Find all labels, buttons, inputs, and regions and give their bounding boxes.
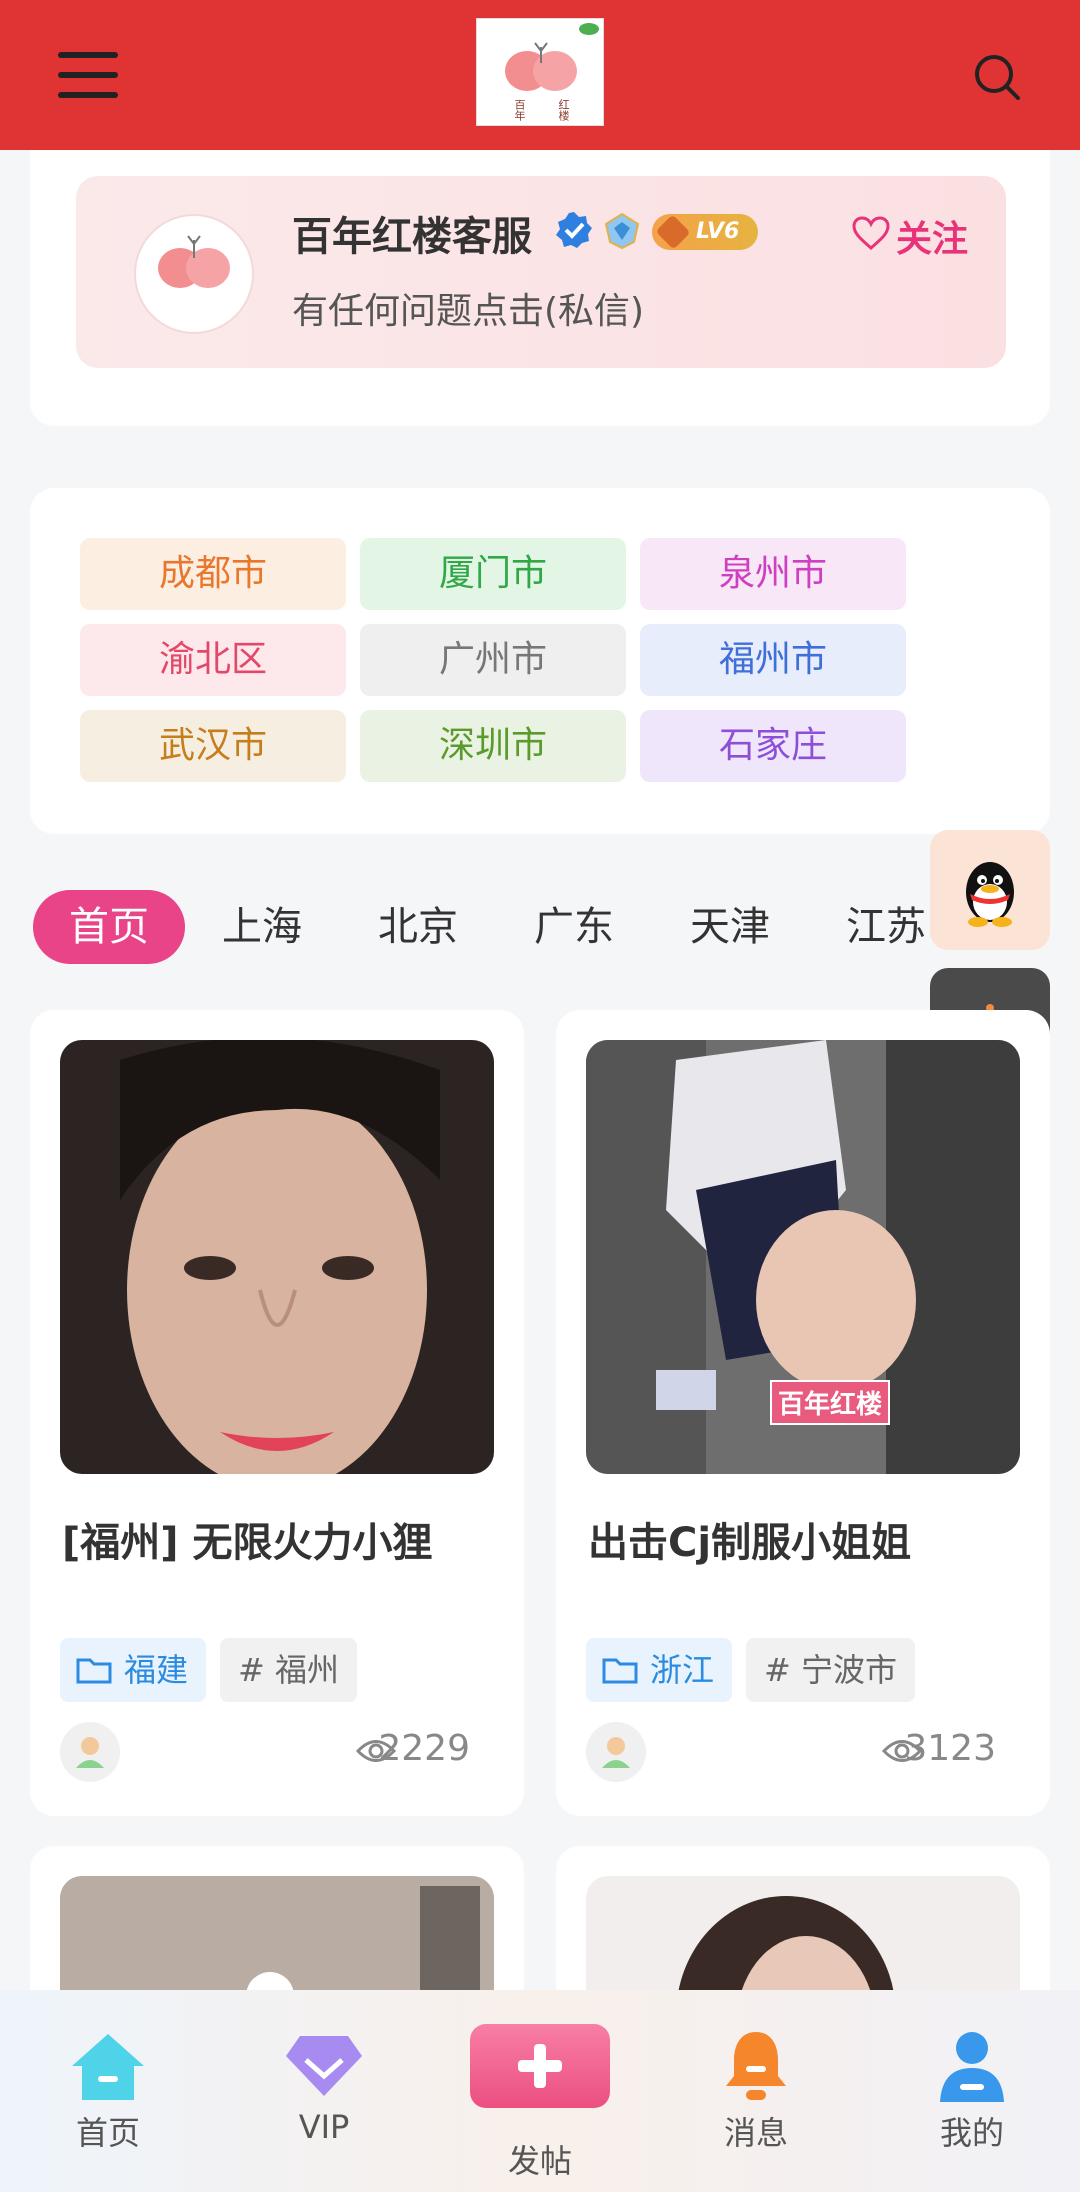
city-tag[interactable]: # 福州 bbox=[220, 1638, 357, 1702]
city-card: 成都市 厦门市 泉州市 渝北区 广州市 福州市 武汉市 深圳市 石家庄 bbox=[30, 488, 1050, 834]
post-card[interactable]: [福州] 无限火力小狸 福建 # 福州 2229 bbox=[30, 1010, 524, 1816]
view-count: 2229 bbox=[378, 1728, 470, 1769]
city-label: 成都市 bbox=[158, 553, 267, 594]
post-photo[interactable] bbox=[60, 1040, 494, 1474]
plus-icon bbox=[518, 2044, 562, 2088]
city-chip-shijiazhuang[interactable]: 石家庄 bbox=[640, 710, 906, 782]
logo-text-1: 百年 bbox=[513, 99, 526, 121]
qq-button[interactable] bbox=[930, 830, 1050, 950]
city-chip-quanzhou[interactable]: 泉州市 bbox=[640, 538, 906, 610]
author-avatar[interactable] bbox=[586, 1722, 646, 1782]
nav-mine-label: 我的 bbox=[939, 2114, 1004, 2152]
city-label: 泉州市 bbox=[718, 553, 827, 594]
watermark-label: 百年红楼 bbox=[770, 1380, 891, 1425]
province-label: 浙江 bbox=[650, 1651, 715, 1689]
tab-home[interactable]: 首页 bbox=[33, 890, 185, 964]
top-bar: 百年 红楼 bbox=[0, 0, 1080, 150]
follow-button[interactable]: 关注 bbox=[896, 210, 968, 262]
service-name: 百年红楼客服 bbox=[292, 214, 532, 260]
city-label: 广州市 bbox=[438, 639, 547, 680]
tab-shanghai[interactable]: 上海 bbox=[222, 890, 302, 964]
post-card[interactable]: 百年红楼 出击Cj制服小姐姐 浙江 # 宁波市 3123 bbox=[556, 1010, 1050, 1816]
search-icon[interactable] bbox=[972, 52, 1022, 102]
city-chip-chengdu[interactable]: 成都市 bbox=[80, 538, 346, 610]
heart-icon[interactable] bbox=[852, 216, 890, 251]
view-count: 3123 bbox=[904, 1728, 996, 1769]
city-label: 深圳市 bbox=[438, 725, 547, 766]
tab-tianjin[interactable]: 天津 bbox=[690, 890, 770, 964]
city-chip-shenzhen[interactable]: 深圳市 bbox=[360, 710, 626, 782]
level-badge: LV6 bbox=[652, 214, 758, 250]
logo-text-2: 红楼 bbox=[557, 99, 570, 121]
service-card: 百年红楼客服 LV6 关注 有任何问题点击(私信) bbox=[30, 150, 1050, 426]
app-logo[interactable]: 百年 红楼 bbox=[476, 18, 604, 126]
province-tag[interactable]: 福建 bbox=[60, 1638, 207, 1702]
nav-home-label: 首页 bbox=[75, 2114, 140, 2152]
province-tag[interactable]: 浙江 bbox=[586, 1638, 733, 1702]
service-subtitle[interactable]: 有任何问题点击(私信) bbox=[292, 282, 644, 334]
diamond-icon bbox=[286, 2036, 362, 2096]
city-chip-yubei[interactable]: 渝北区 bbox=[80, 624, 346, 696]
post-title[interactable]: 出击Cj制服小姐姐 bbox=[588, 1510, 911, 1568]
city-chip-fuzhou[interactable]: 福州市 bbox=[640, 624, 906, 696]
city-label: 石家庄 bbox=[718, 725, 827, 766]
city-label: 福州市 bbox=[718, 639, 827, 680]
nav-vip-label: VIP bbox=[298, 2108, 350, 2146]
tab-beijing[interactable]: 北京 bbox=[378, 890, 458, 964]
add-post-button[interactable] bbox=[470, 2024, 610, 2108]
level-text: LV6 bbox=[696, 219, 740, 244]
city-label: 渝北区 bbox=[158, 639, 267, 680]
nav-post-label: 发帖 bbox=[507, 2142, 572, 2180]
city-chip-xiamen[interactable]: 厦门市 bbox=[360, 538, 626, 610]
qq-penguin-icon bbox=[966, 862, 1014, 927]
verified-icon bbox=[554, 210, 594, 250]
menu-icon[interactable] bbox=[58, 52, 118, 98]
city-chip-wuhan[interactable]: 武汉市 bbox=[80, 710, 346, 782]
folder-icon bbox=[602, 1658, 638, 1684]
nav-mine[interactable]: 我的 bbox=[892, 1990, 1052, 2192]
nav-vip[interactable]: VIP bbox=[244, 1990, 404, 2192]
folder-icon bbox=[76, 1658, 112, 1684]
city-chip-guangzhou[interactable]: 广州市 bbox=[360, 624, 626, 696]
user-icon bbox=[940, 2032, 1004, 2102]
post-title[interactable]: [福州] 无限火力小狸 bbox=[62, 1510, 433, 1568]
city-tag[interactable]: # 宁波市 bbox=[746, 1638, 915, 1702]
nav-post[interactable]: 发帖 bbox=[460, 1990, 620, 2192]
province-label: 福建 bbox=[124, 1651, 189, 1689]
nav-messages[interactable]: 消息 bbox=[676, 1990, 836, 2192]
nav-messages-label: 消息 bbox=[723, 2114, 788, 2152]
region-tabs: 首页 上海 北京 广东 天津 江苏 山西 bbox=[0, 890, 1080, 970]
nav-home[interactable]: 首页 bbox=[28, 1990, 188, 2192]
city-label: 武汉市 bbox=[158, 725, 267, 766]
author-avatar[interactable] bbox=[60, 1722, 120, 1782]
home-icon bbox=[72, 2034, 144, 2100]
city-label: 厦门市 bbox=[438, 553, 547, 594]
crystal-badge-icon bbox=[602, 212, 642, 250]
service-banner[interactable]: 百年红楼客服 LV6 关注 有任何问题点击(私信) bbox=[76, 176, 1006, 368]
bottom-nav: 首页 VIP 发帖 消息 我的 bbox=[0, 1990, 1080, 2192]
post-photo[interactable]: 百年红楼 bbox=[586, 1040, 1020, 1474]
tab-jiangsu[interactable]: 江苏 bbox=[846, 890, 926, 964]
service-avatar[interactable] bbox=[136, 216, 252, 332]
bell-icon bbox=[726, 2032, 786, 2100]
tab-guangdong[interactable]: 广东 bbox=[534, 890, 614, 964]
